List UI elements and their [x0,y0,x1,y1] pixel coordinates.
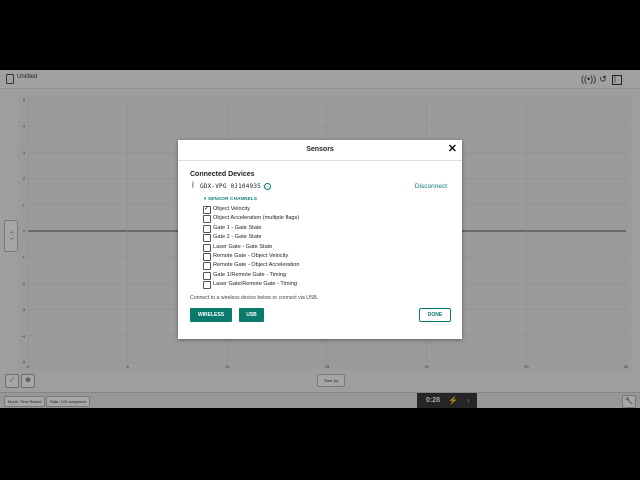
close-icon[interactable]: ✕ [448,143,457,155]
channel-checkbox[interactable] [203,215,211,224]
channel-checkbox[interactable] [203,253,211,261]
channel-label: Gate 2 - Gate State [213,234,262,241]
channel-label: Laser Gate/Remote Gate - Timing [213,281,297,288]
usb-button[interactable]: USB [239,308,264,322]
channel-label: Object Velocity [213,206,250,212]
channel-checkbox[interactable] [203,205,211,214]
channel-checkbox[interactable] [203,271,211,280]
info-icon[interactable]: i [264,183,271,190]
done-button[interactable]: DONE [419,308,451,322]
channel-label: Gate 1 - Gate State [213,224,262,231]
connected-devices-heading: Connected Devices [190,171,255,178]
channel-checkbox[interactable] [203,243,211,252]
device-name: GDX-VPG 0J104935 [200,183,261,190]
channel-checkbox[interactable] [203,281,211,290]
channel-checkbox[interactable] [203,262,211,271]
disconnect-link[interactable]: Disconnect [415,183,447,190]
channel-label: Gate 1/Remote Gate - Timing [213,271,287,278]
channel-label: Remote Gate - Object Acceleration [213,262,300,269]
dialog-header: Sensors ✕ [178,140,462,161]
sensors-dialog: Sensors ✕ Connected Devices ᛒ GDX-VPG 0J… [178,140,462,339]
channel-label: Laser Gate - Gate State [213,243,273,250]
channel-checkbox[interactable] [203,234,211,243]
connection-note: Connect to a wireless device below or co… [190,295,319,301]
channel-label: Remote Gate - Object Velocity [213,253,289,259]
sensor-channels-toggle[interactable]: ▾ SENSOR CHANNELS [204,196,257,202]
channel-checkbox[interactable] [203,224,211,233]
dialog-title: Sensors [306,146,334,153]
wireless-button[interactable]: WIRELESS [190,308,232,322]
bluetooth-icon: ᛒ [191,182,196,189]
channel-label: Object Acceleration (multiple flags) [213,215,300,222]
